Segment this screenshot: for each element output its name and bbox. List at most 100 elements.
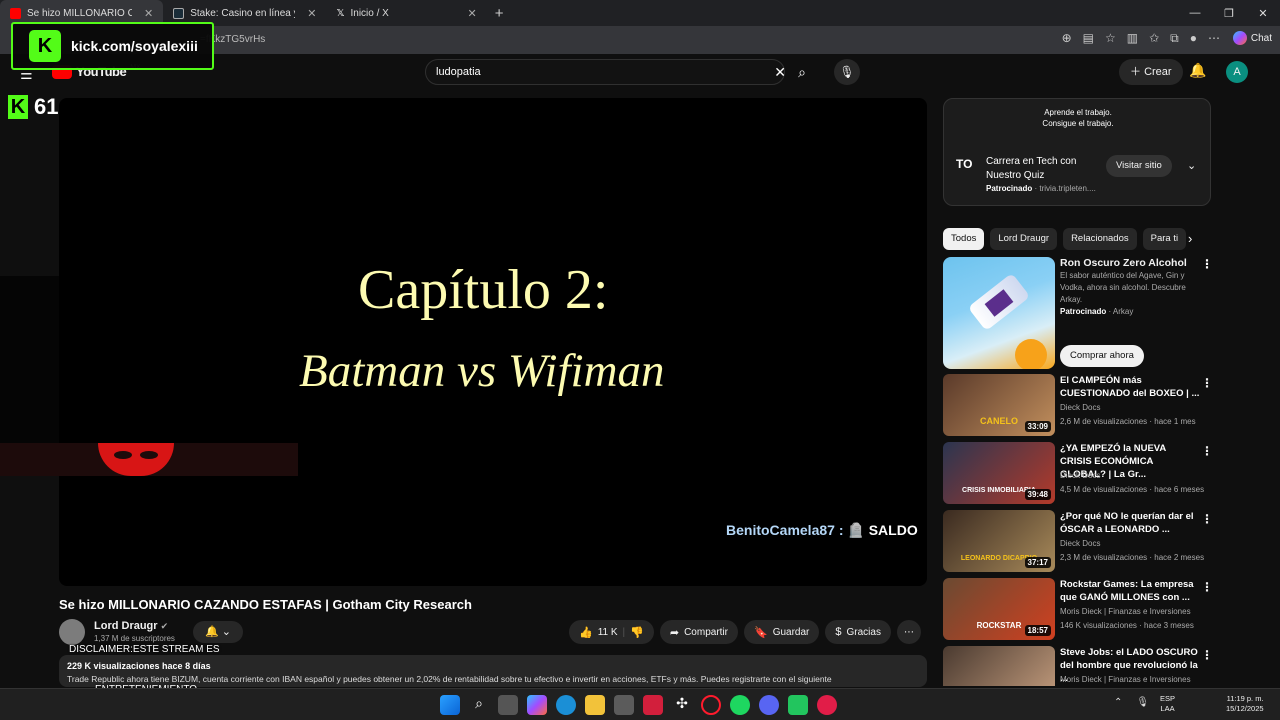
app-icon[interactable] <box>643 695 663 715</box>
task-view-icon[interactable] <box>498 695 518 715</box>
like-button[interactable]: 👍 11 K | 👎 <box>569 620 654 644</box>
spotify-icon[interactable] <box>730 695 750 715</box>
new-tab-icon[interactable]: + <box>487 5 512 22</box>
app-icon[interactable] <box>817 695 837 715</box>
favorite-star-icon[interactable]: ☆ <box>1105 31 1116 46</box>
app-icon[interactable] <box>788 695 808 715</box>
more-options-icon[interactable]: ⋮ <box>1201 648 1213 662</box>
chip-for-you[interactable]: Para ti <box>1142 228 1187 250</box>
channel-avatar[interactable] <box>59 619 85 645</box>
more-options-icon[interactable]: ⋮ <box>1201 257 1213 271</box>
channel-name[interactable]: Lord Draugr ✔ <box>94 620 168 632</box>
visit-site-button[interactable]: Visitar sitio <box>1106 155 1172 177</box>
more-options-icon[interactable]: ⋮ <box>1201 376 1213 390</box>
video-thumbnail: LEONARDO DICAPRIO 37:17 <box>943 510 1055 572</box>
thanks-button[interactable]: $ Gracias <box>825 620 891 644</box>
search-icon[interactable]: ⌕ <box>788 59 816 85</box>
subscribed-bell-button[interactable]: 🔔 ⌄ <box>193 621 243 643</box>
file-explorer-icon[interactable] <box>585 695 605 715</box>
thumbs-down-icon[interactable]: 👎 <box>630 626 644 639</box>
more-actions-icon[interactable]: ⋯ <box>896 620 921 644</box>
channel-name-text: Lord Draugr <box>94 620 158 632</box>
share-button[interactable]: ➦ Compartir <box>659 620 738 644</box>
search-box[interactable]: ludopatia ✕ <box>425 59 786 85</box>
chip-related[interactable]: Relacionados <box>1063 228 1137 250</box>
video-player[interactable] <box>59 98 927 586</box>
language-indicator[interactable]: ESP LAA <box>1160 694 1175 714</box>
view-stats: 229 K visualizaciones hace 8 días <box>67 661 211 671</box>
sponsored-thumbnail[interactable] <box>943 257 1055 369</box>
clock[interactable]: 11:19 p. m. 15/12/2025 <box>1226 694 1264 714</box>
microphone-icon[interactable]: 🎙 <box>1136 697 1149 708</box>
sponsored-ad-card[interactable]: Aprende el trabajo. Consigue el trabajo.… <box>943 98 1211 206</box>
clear-search-icon[interactable]: ✕ <box>774 64 786 81</box>
channel-name: Moris Dieck | Finanzas e Inversiones <box>1060 607 1191 616</box>
list-item[interactable]: CANELO 33:09 El CAMPEÓN más CUESTIONADO … <box>943 374 1213 436</box>
close-window-icon[interactable]: ✕ <box>1246 7 1280 20</box>
advertiser: Arkay <box>1112 307 1134 316</box>
sponsored-label: Patrocinado <box>986 184 1033 193</box>
chevron-down-icon[interactable]: ⌄ <box>1187 159 1196 172</box>
buy-now-button[interactable]: Comprar ahora <box>1060 345 1144 367</box>
translate-icon[interactable]: ⊕ <box>1062 31 1072 46</box>
opera-icon[interactable] <box>701 695 721 715</box>
close-tab-icon[interactable]: ✕ <box>468 7 477 20</box>
close-tab-icon[interactable]: ✕ <box>307 7 316 20</box>
channel-name: Moris Dieck | Finanzas e Inversiones <box>1060 675 1191 684</box>
video-title: Rockstar Games: La empresa que GANÓ MILL… <box>1060 579 1194 603</box>
create-button[interactable]: ＋ Crear <box>1119 59 1183 85</box>
video-meta: 2,3 M de visualizaciones · hace 2 meses <box>1060 553 1205 562</box>
store-icon[interactable] <box>614 695 634 715</box>
app-icon[interactable]: ✣ <box>672 695 692 715</box>
ad-line-2: Consigue el trabajo. <box>1042 119 1114 128</box>
ad-sponsored: Patrocinado · trivia.tripleten.... <box>986 184 1096 193</box>
notifications-bell-icon[interactable]: 🔔 <box>1189 62 1206 79</box>
more-options-icon[interactable]: ⋮ <box>1201 444 1213 458</box>
chip-lord-draugr[interactable]: Lord Draugr <box>990 228 1058 250</box>
address-bar-icons: ⊕ ▤ ☆ ▥ ✩ ⧉ ● ⋯ <box>1062 31 1220 46</box>
bell-icon: 🔔 <box>205 626 219 638</box>
description-box[interactable]: 229 K visualizaciones hace 8 días Trade … <box>59 655 927 687</box>
more-icon[interactable]: ⋯ <box>1208 31 1220 46</box>
chevron-right-icon[interactable]: › <box>1188 231 1192 246</box>
collections-icon[interactable]: ⧉ <box>1170 31 1179 46</box>
minimize-icon[interactable]: — <box>1178 7 1212 19</box>
reader-icon[interactable]: ▤ <box>1083 31 1094 46</box>
discord-icon[interactable] <box>759 695 779 715</box>
list-item[interactable]: ROCKSTAR 18:57 Rockstar Games: La empres… <box>943 578 1213 640</box>
list-item[interactable]: CRISIS INMOBILIARIA 39:48 ¿YA EMPEZÓ la … <box>943 442 1213 504</box>
disclaimer-overlay-1: DISCLAIMER:ESTE STREAM ES <box>69 644 220 655</box>
profile-icon[interactable]: ● <box>1190 31 1197 46</box>
filter-chips: Todos Lord Draugr Relacionados Para ti <box>943 228 1187 250</box>
sponsored-title[interactable]: Ron Oscuro Zero Alcohol <box>1060 257 1187 269</box>
list-item[interactable]: LEONARDO DICAPRIO 37:17 ¿Por qué NO le q… <box>943 510 1213 572</box>
like-count: 11 K <box>597 626 618 638</box>
windows-start-icon[interactable] <box>440 695 460 715</box>
chevron-up-icon[interactable]: ⌃ <box>1114 697 1122 708</box>
account-avatar[interactable]: A <box>1226 61 1248 83</box>
kick-viewer-count: K 61 <box>8 94 58 120</box>
microphone-icon[interactable]: 🎙 <box>834 59 860 85</box>
maximize-icon[interactable]: ❐ <box>1212 7 1246 20</box>
search-input[interactable]: ludopatia <box>436 66 481 78</box>
close-tab-icon[interactable]: ✕ <box>144 7 153 20</box>
favorites-icon[interactable]: ✩ <box>1149 31 1159 46</box>
more-options-icon[interactable]: ⋮ <box>1201 512 1213 526</box>
edge-icon[interactable] <box>556 695 576 715</box>
copilot-icon[interactable] <box>527 695 547 715</box>
duration-badge: 33:09 <box>1024 421 1051 432</box>
search-icon[interactable]: ⌕ <box>469 695 489 715</box>
browser-tab-x[interactable]: 𝕏 Inicio / X ✕ <box>326 0 486 26</box>
sponsored-meta: Patrocinado · Arkay <box>1060 307 1134 316</box>
more-options-icon[interactable]: ⋮ <box>1201 580 1213 594</box>
subscriber-count: 1,37 M de suscriptores <box>94 634 175 643</box>
duration-badge: 37:17 <box>1024 557 1051 568</box>
tripleten-logo-icon: TO <box>956 157 973 171</box>
copilot-chat-button[interactable]: Chat <box>1232 31 1272 45</box>
stake-favicon-icon <box>173 7 185 19</box>
ad-line-1: Aprende el trabajo. <box>1044 108 1112 117</box>
split-screen-icon[interactable]: ▥ <box>1127 31 1138 46</box>
chip-all[interactable]: Todos <box>943 228 985 250</box>
save-button[interactable]: 🔖 Guardar <box>743 620 820 644</box>
list-item[interactable]: Steve Jobs: el LADO OSCURO del hombre qu… <box>943 646 1213 686</box>
